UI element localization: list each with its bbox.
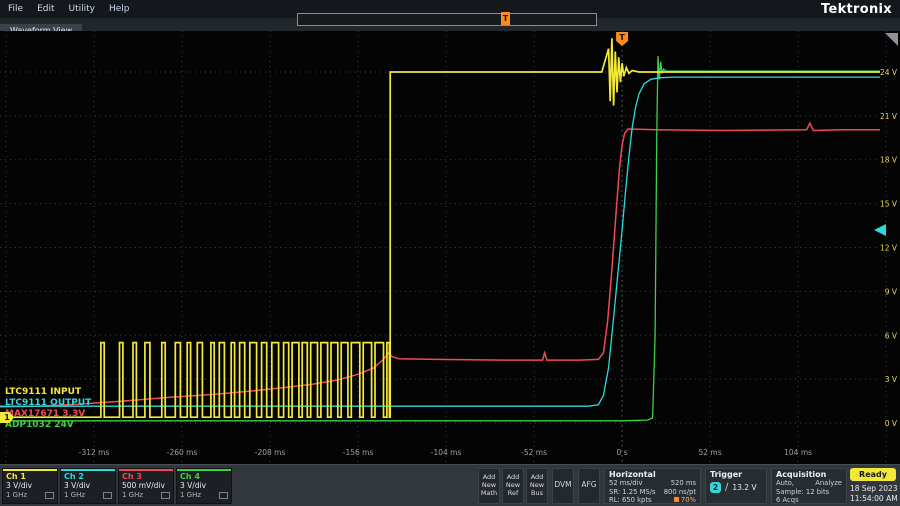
channel-badge-ch4[interactable]: Ch 4 3 V/div 1 GHz	[176, 468, 232, 504]
ready-status-button[interactable]: Ready	[850, 468, 896, 481]
acquisition-badge[interactable]: Acquisition Auto, Analyze Sample: 12 bit…	[771, 468, 847, 504]
ch2-bandwidth: 1 GHz	[64, 491, 85, 499]
channel-badge-ch2[interactable]: Ch 2 3 V/div 1 GHz	[60, 468, 116, 504]
channel-badge-ch1[interactable]: Ch 1 3 V/div 1 GHz	[2, 468, 58, 504]
ch2-name: Ch 2	[61, 471, 115, 481]
y-axis-tick-label: 0 V	[885, 419, 898, 428]
horizontal-compression: 70%	[681, 496, 696, 504]
menu-file[interactable]: File	[8, 4, 23, 14]
menu-help[interactable]: Help	[109, 4, 130, 14]
y-axis-tick-label: 3 V	[885, 375, 898, 384]
time-label: 11:54:00 AM	[850, 494, 898, 504]
ch1-bandwidth: 1 GHz	[6, 491, 27, 499]
dvm-button[interactable]: DVM	[552, 468, 574, 504]
horizontal-resolution: 800 ns/pt	[664, 488, 696, 497]
annotation-ch1: LTC9111 INPUT	[5, 387, 91, 398]
x-axis-tick-label: -52 ms	[521, 448, 547, 457]
ch4-name: Ch 4	[177, 471, 231, 481]
ch2-scale: 3 V/div	[61, 481, 115, 490]
menu-edit[interactable]: Edit	[37, 4, 54, 14]
waveform-trace-ch4[interactable]	[0, 56, 880, 421]
horizontal-window: 520 ms	[671, 479, 696, 488]
acquisition-mode: Auto,	[776, 479, 794, 488]
trigger-level-marker[interactable]	[874, 224, 886, 236]
waveform-trace-ch2[interactable]	[0, 77, 880, 406]
record-trigger-marker-icon[interactable]: T	[501, 12, 510, 25]
trigger-badge[interactable]: Trigger 2 ∕ 13.2 V	[705, 468, 767, 504]
annotation-ch3: MAX17671 3.3V	[5, 409, 91, 420]
annotation-ch2: LTC9111 OUTPUT	[5, 398, 91, 409]
acquisition-title: Acquisition	[776, 470, 842, 479]
ch3-bandwidth: 1 GHz	[122, 491, 143, 499]
trigger-title: Trigger	[710, 470, 762, 479]
channel-annotations: LTC9111 INPUT LTC9111 OUTPUT MAX17671 3.…	[5, 387, 91, 431]
y-axis-tick-label: 24 V	[880, 68, 898, 77]
horizontal-record-length: RL: 650 kpts	[609, 496, 652, 505]
acquisition-count: 6 Acqs	[776, 496, 799, 505]
y-axis-tick-label: 9 V	[885, 287, 898, 296]
ch1-name: Ch 1	[3, 471, 57, 481]
afg-button[interactable]: AFG	[578, 468, 600, 504]
annotation-ch4: ADP1032 24V	[5, 420, 91, 431]
horizontal-scale: 52 ms/div	[609, 479, 643, 488]
menu-utility[interactable]: Utility	[69, 4, 95, 14]
trigger-level-value: 13.2 V	[732, 483, 756, 492]
acquisition-analyze: Analyze	[815, 479, 842, 488]
y-axis-tick-label: 6 V	[885, 331, 898, 340]
y-axis-tick-label: 15 V	[880, 200, 898, 209]
waveform-area[interactable]: -312 ms -260 ms -208 ms -156 ms -104 ms -52 m…	[0, 31, 900, 464]
record-view-bar[interactable]: T	[297, 13, 597, 26]
waveform-trace-ch1[interactable]	[0, 38, 880, 417]
probe-icon	[161, 492, 170, 499]
y-axis-tick-label: 18 V	[880, 156, 898, 165]
probe-icon	[219, 492, 228, 499]
x-axis-tick-label: 104 ms	[784, 448, 812, 457]
channel-badge-ch3[interactable]: Ch 3 500 mV/div 1 GHz	[118, 468, 174, 504]
date-label: 18 Sep 2023	[850, 484, 898, 494]
trigger-source-badge: 2	[710, 482, 721, 493]
horizontal-sample-rate: SR: 1.25 MS/s	[609, 488, 656, 497]
waveform-plot: -312 ms -260 ms -208 ms -156 ms -104 ms -52 m…	[0, 31, 900, 464]
ch4-bandwidth: 1 GHz	[180, 491, 201, 499]
settings-bar: Ch 1 3 V/div 1 GHz Ch 2 3 V/div 1 GHz Ch…	[0, 464, 900, 506]
rising-edge-icon: ∕	[725, 483, 728, 493]
ch4-scale: 3 V/div	[177, 481, 231, 490]
x-axis-tick-label: -104 ms	[431, 448, 462, 457]
add-new-ref-button[interactable]: Add New Ref	[502, 468, 524, 504]
ch3-scale: 500 mV/div	[119, 481, 173, 490]
oscilloscope-screen: File Edit Utility Help Tektronix Wavefor…	[0, 0, 900, 506]
probe-icon	[103, 492, 112, 499]
ch3-name: Ch 3	[119, 471, 173, 481]
horizontal-badge[interactable]: Horizontal 52 ms/div 520 ms SR: 1.25 MS/…	[604, 468, 701, 504]
acquisition-sample: Sample: 12 bits	[776, 488, 829, 497]
x-axis-tick-label: -312 ms	[79, 448, 110, 457]
compression-icon	[674, 497, 679, 502]
x-axis-tick-label: -156 ms	[343, 448, 374, 457]
trigger-flag-label: T	[619, 33, 625, 42]
add-new-math-button[interactable]: Add New Math	[478, 468, 500, 504]
ch1-scale: 3 V/div	[3, 481, 57, 490]
y-axis-tick-label: 12 V	[880, 244, 898, 253]
horizontal-title: Horizontal	[609, 470, 696, 479]
y-axis-tick-label: 21 V	[880, 112, 898, 121]
tektronix-logo: Tektronix	[821, 2, 892, 17]
x-axis-tick-label: -208 ms	[255, 448, 286, 457]
x-axis-tick-label: -260 ms	[167, 448, 198, 457]
add-new-bus-button[interactable]: Add New Bus	[526, 468, 548, 504]
probe-icon	[45, 492, 54, 499]
results-panel-handle-icon[interactable]	[885, 33, 898, 46]
waveform-trace-ch3[interactable]	[0, 123, 880, 407]
x-axis-tick-label: 52 ms	[699, 448, 722, 457]
